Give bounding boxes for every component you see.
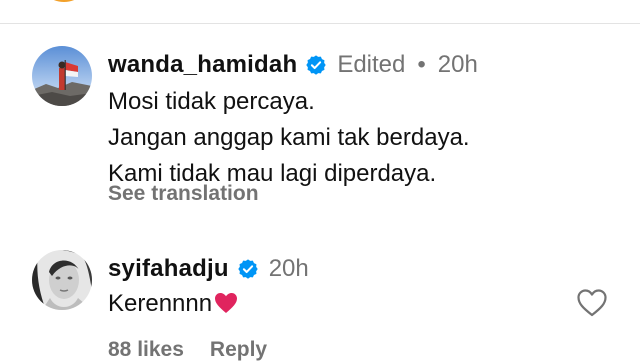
verified-badge-icon — [237, 258, 259, 280]
red-heart-emoji-icon — [214, 289, 238, 313]
comment-text: Mosi tidak percaya. Jangan anggap kami t… — [108, 84, 470, 192]
comment-text: Kerennnn — [108, 286, 238, 322]
section-divider — [0, 23, 640, 24]
comment-line: Jangan anggap kami tak berdaya. — [108, 124, 470, 151]
verified-badge-icon — [305, 54, 327, 76]
avatar[interactable] — [32, 250, 92, 310]
heart-outline-icon[interactable] — [576, 288, 608, 318]
comment-header: wanda_hamidah Edited • 20h — [108, 48, 478, 82]
username[interactable]: syifahadju — [108, 255, 229, 283]
avatar[interactable] — [32, 46, 92, 106]
timestamp[interactable]: 20h — [269, 255, 309, 283]
reply-button[interactable]: Reply — [210, 338, 267, 362]
see-translation-link[interactable]: See translation — [108, 182, 259, 206]
comment-header: syifahadju 20h — [108, 252, 309, 286]
likes-count[interactable]: 88 likes — [108, 338, 184, 362]
username[interactable]: wanda_hamidah — [108, 51, 297, 79]
timestamp[interactable]: 20h — [438, 51, 478, 79]
previous-comment-avatar[interactable] — [37, 0, 91, 2]
meta-separator: • — [417, 51, 426, 78]
comment-line: Kerennnn — [108, 290, 213, 317]
comment-line: Mosi tidak percaya. — [108, 88, 315, 115]
comment-footer: 88 likes Reply — [108, 338, 267, 362]
edited-label: Edited — [337, 51, 406, 78]
